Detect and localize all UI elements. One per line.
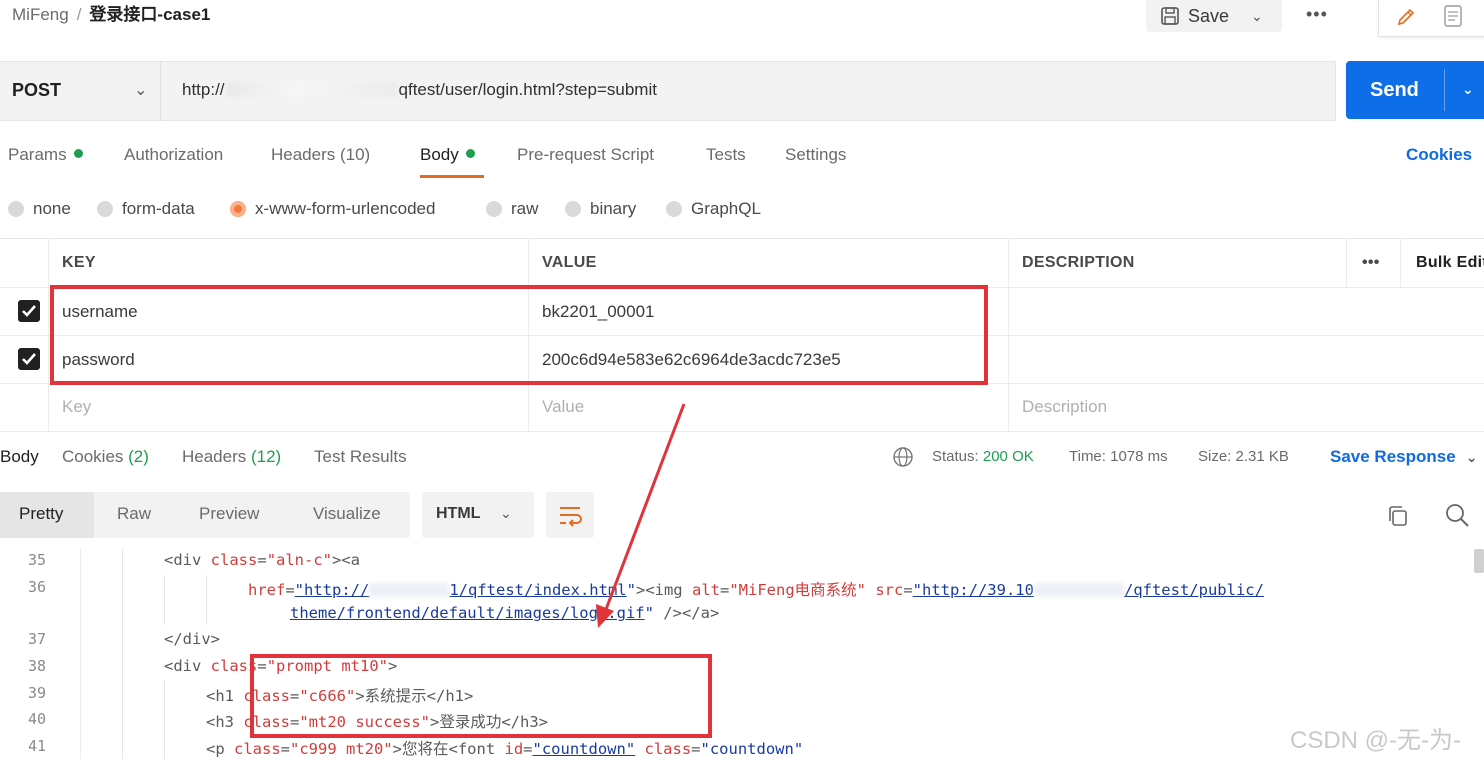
annotation-arrow: [596, 403, 686, 628]
annotation-arrow-head: [596, 604, 614, 628]
watermark: CSDN @-无-为-: [1290, 727, 1462, 754]
annotation-arrow-shaft: [603, 403, 686, 613]
